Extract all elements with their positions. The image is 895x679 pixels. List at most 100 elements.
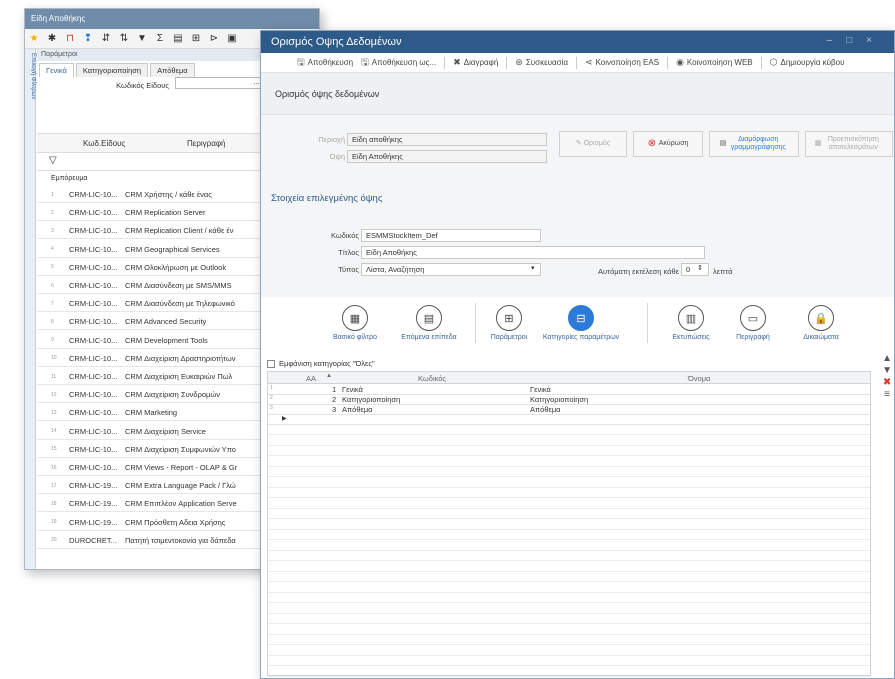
new-row[interactable]: ▶	[268, 415, 870, 425]
row-number: 17	[51, 482, 57, 489]
action-label: Κατηγορίες παραμέτρων	[542, 334, 620, 341]
minimize-icon[interactable]: –	[827, 35, 847, 46]
row-number: 3	[51, 227, 54, 234]
export-icon[interactable]: ▣	[225, 32, 239, 46]
move-down-icon[interactable]: ▼	[882, 365, 892, 377]
funnel-icon[interactable]: ▽	[49, 155, 57, 166]
action-basic-filter[interactable]: ▦ Βασικό φίλτρο	[315, 305, 395, 341]
preview-button[interactable]: ▦ Προεπισκόπηση αποτελεσμάτων	[805, 131, 893, 157]
row-aa: 1	[332, 385, 337, 394]
row-number: 14	[51, 428, 57, 435]
row-code: Απόθεμα	[342, 405, 373, 414]
sort-icon[interactable]: ⇵	[99, 32, 113, 46]
toolbar-item-cube[interactable]: ⬡ Δημιουργία κύβου	[770, 57, 845, 68]
col-name[interactable]: Όνομα	[688, 374, 710, 383]
row-number: 20	[51, 537, 57, 544]
tab-categorization[interactable]: Κατηγοριοποίηση	[75, 63, 149, 77]
info-icon[interactable]: ❢	[81, 32, 95, 46]
cube-icon: ⬡	[769, 57, 778, 67]
toolbar-item-share[interactable]: ⋖ Κοινοποίηση EAS	[585, 57, 659, 68]
col-code[interactable]: Κωδικός	[418, 374, 446, 383]
define-button[interactable]: ✎ Ορισμός	[559, 131, 627, 157]
group-row-label[interactable]: Εμπόρευμα	[51, 175, 87, 182]
auto-exec-unit: λεπτά	[713, 267, 733, 276]
code-field[interactable]: ESMMStockItem_Def	[361, 229, 541, 242]
col-code[interactable]: Κωδ.Είδους	[83, 139, 125, 148]
table-row[interactable]: 2 2 Κατηγοριοποίηση Κατηγοριοποίηση	[268, 395, 870, 405]
list-icon[interactable]: ≡	[884, 389, 890, 401]
item-code-field[interactable]: …▾	[175, 77, 271, 89]
tab-general[interactable]: Γενικά	[39, 63, 74, 77]
row-number: 10	[51, 355, 57, 362]
action-label: Δικαιώματα	[803, 334, 839, 341]
window-title[interactable]: Ορισμός Οψης Δεδομένων	[261, 31, 894, 53]
row-number: 2	[270, 395, 273, 401]
star-icon[interactable]: ★	[27, 32, 41, 46]
delete-icon: ✖	[453, 57, 461, 67]
maximize-icon[interactable]: □	[846, 35, 866, 46]
toolbar-item-web[interactable]: ◉ Κοινοποίηση WEB	[676, 57, 753, 68]
col-description[interactable]: Περιγραφή	[187, 139, 225, 148]
view-field[interactable]: Είδη Αποθήκης	[347, 150, 547, 163]
chart-icon[interactable]: ⊞	[189, 32, 203, 46]
format-layout-label: Διαμόρφωση γραμμογράφησης	[730, 136, 786, 151]
close-icon[interactable]: ×	[866, 35, 886, 46]
share-icon: ⋖	[585, 57, 593, 67]
tab-stock[interactable]: Απόθεμα	[150, 63, 195, 77]
delete-row-icon[interactable]: ✖	[883, 377, 891, 389]
description-icon: ▭	[740, 305, 766, 331]
group-icon[interactable]: ⇅	[117, 32, 131, 46]
toolbar-item-delete[interactable]: ✖ Διαγραφή	[453, 57, 498, 68]
spin-icon[interactable]: ⇕	[697, 264, 703, 272]
area-field[interactable]: Είδη αποθήκης	[347, 133, 547, 146]
cancel-label: Ακύρωση	[658, 140, 689, 147]
checkbox-box[interactable]	[267, 359, 275, 368]
toolbar-label: Αποθήκευση	[307, 58, 354, 67]
toolbar-separator	[444, 56, 446, 69]
save-icon: 🖫	[297, 56, 305, 67]
cancel-button[interactable]: ⊗ Ακύρωση	[633, 131, 703, 157]
action-lock[interactable]: 🔒 Δικαιώματα	[781, 305, 861, 341]
auto-exec-label: Αυτόματη εκτέλεση κάθε	[598, 267, 679, 276]
empty-row	[268, 530, 870, 540]
empty-row	[268, 551, 870, 561]
grid-icon[interactable]: ▤	[171, 32, 185, 46]
pin-icon[interactable]: ✱	[45, 32, 59, 46]
col-aa[interactable]: ΑΑ	[306, 374, 316, 383]
show-all-checkbox[interactable]: Εμφάνιση κατηγορίας "Όλες"	[267, 359, 375, 368]
empty-row	[268, 604, 870, 614]
filters-vertical-tab[interactable]: Επιλογή Φίλτρων	[25, 53, 36, 99]
filter-icon[interactable]: ▼	[135, 32, 149, 46]
row-number: 18	[51, 500, 57, 507]
move-up-icon[interactable]: ▲	[882, 353, 892, 365]
lock-icon[interactable]: ⊓	[63, 32, 77, 46]
row-number: 19	[51, 519, 57, 526]
pencil-icon: ✎	[575, 140, 584, 147]
sum-icon[interactable]: Σ	[153, 32, 167, 46]
type-select[interactable]: Λίστα, Αναζήτηση	[361, 263, 541, 276]
empty-row	[268, 509, 870, 519]
lock-icon: 🔒	[808, 305, 834, 331]
chevron-down-icon[interactable]: ▾	[531, 264, 535, 272]
show-all-label: Εμφάνιση κατηγορίας "Όλες"	[279, 359, 375, 368]
nav-icon[interactable]: ⊳	[207, 32, 221, 46]
format-layout-button[interactable]: ▤ Διαμόρφωση γραμμογράφησης	[709, 131, 799, 157]
table-row[interactable]: 1 1 Γενικά Γενικά	[268, 385, 870, 395]
toolbar-item-save-as[interactable]: 🖫 Αποθήκευση ως...	[361, 55, 436, 71]
ellipsis-icon[interactable]: …	[253, 79, 260, 86]
item-code: CRM-LIC-10...	[69, 335, 118, 345]
printouts-icon: ▥	[678, 305, 704, 331]
auto-exec-field[interactable]: 0	[681, 263, 709, 276]
row-number: 1	[270, 385, 273, 391]
title-field[interactable]: Είδη Αποθήκης	[361, 246, 705, 259]
back-window-title[interactable]: Είδη Αποθήκης	[25, 9, 319, 29]
parameters-icon: ⊞	[496, 305, 522, 331]
action-parameters[interactable]: ⊞ Παράμετροι	[469, 305, 549, 341]
table-row[interactable]: 3 3 Απόθεμα Απόθεμα	[268, 405, 870, 415]
empty-row	[268, 467, 870, 477]
toolbar-item-save[interactable]: 🖫 Αποθήκευση	[297, 55, 353, 71]
action-param-categories[interactable]: ⊟ Κατηγορίες παραμέτρων	[541, 305, 621, 341]
empty-row	[268, 488, 870, 498]
action-next-level[interactable]: ▤ Επόμενα επίπεδα	[389, 305, 469, 341]
toolbar-item-package[interactable]: ⊛ Συσκευασία	[515, 57, 568, 68]
